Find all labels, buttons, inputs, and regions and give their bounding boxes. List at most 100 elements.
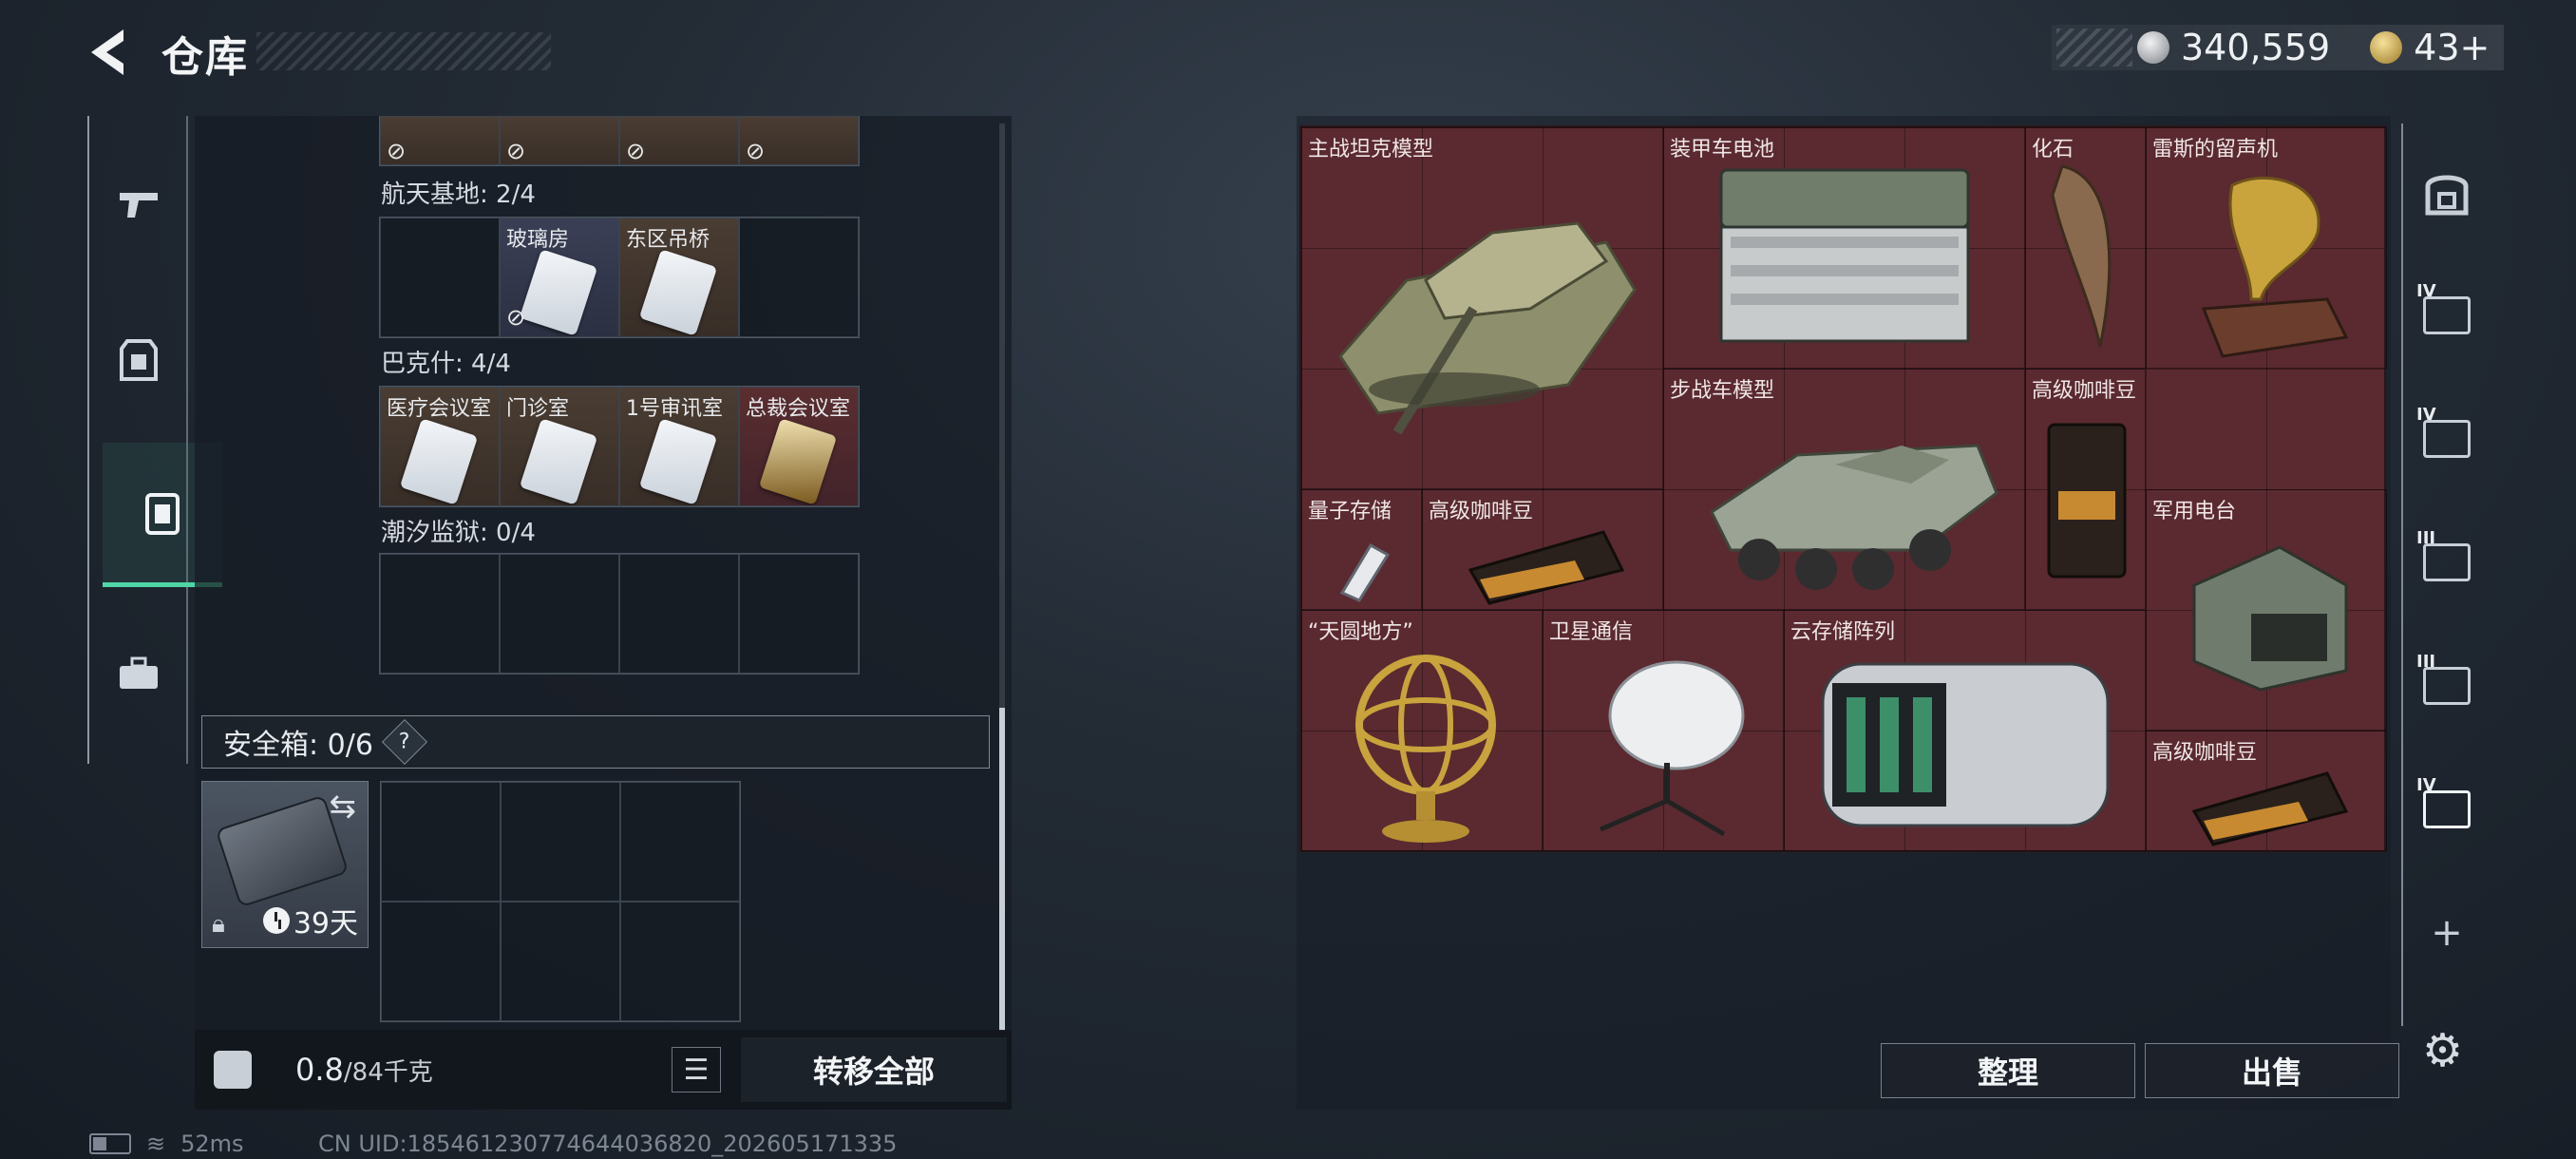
item-tank-model[interactable]: 主战坦克模型: [1301, 127, 1663, 489]
safebox-slot[interactable]: [501, 902, 620, 1021]
gold-amount[interactable]: 43+: [2414, 27, 2490, 68]
weight-max: /84千克: [343, 1058, 433, 1087]
tab-container-iv[interactable]: IV: [2416, 405, 2477, 469]
item-fossil[interactable]: 化石: [2025, 127, 2146, 369]
keycard-icon: [145, 492, 180, 535]
item-armored-battery[interactable]: 装甲车电池: [1663, 127, 2025, 369]
swap-icon[interactable]: ⇆: [330, 788, 357, 826]
item-quantum-storage[interactable]: 量子存储: [1301, 489, 1422, 610]
backpack-icon: [2425, 175, 2469, 216]
item-gramophone[interactable]: 雷斯的留声机: [2146, 127, 2387, 369]
case-icon: [2423, 790, 2471, 828]
list-view-button[interactable]: ☰: [672, 1047, 721, 1092]
tab-container-iii[interactable]: III: [2416, 652, 2477, 716]
transfer-all-button[interactable]: 转移全部: [741, 1037, 1007, 1102]
keycard-slot[interactable]: 总裁会议室: [739, 387, 859, 506]
usb-drive-icon: [1339, 542, 1391, 602]
safebox-case-slot[interactable]: ⇆ 🔒︎ 39天: [201, 781, 369, 948]
help-button[interactable]: ?: [381, 718, 427, 766]
keycard-slot[interactable]: 门诊室: [500, 387, 619, 506]
keycard-grid: [379, 553, 860, 674]
not-owned-icon: ⊘: [506, 304, 526, 331]
keycard-slot[interactable]: 医疗会议室: [380, 387, 500, 506]
gramophone-icon: [2201, 176, 2349, 358]
satellite-dish-icon: [1600, 660, 1745, 837]
safebox-slot[interactable]: [501, 782, 620, 902]
stash-bottom-bar: 0.8/84千克 ☰ 转移全部: [195, 1030, 1012, 1110]
safebox-slot[interactable]: [620, 782, 740, 902]
keycard-slot[interactable]: ⊘: [619, 116, 739, 165]
item-coffee-beans[interactable]: 高级咖啡豆: [2025, 369, 2146, 610]
tab-container-iv[interactable]: IV: [2416, 281, 2477, 346]
fossil-icon: [2051, 164, 2112, 348]
back-button[interactable]: [84, 24, 141, 81]
keycard-slot[interactable]: ⊘: [500, 116, 619, 165]
currency-decoration: [2056, 28, 2132, 66]
settings-icon[interactable]: ⚙: [2422, 1024, 2463, 1077]
group-label: 巴克什: 4/4: [381, 350, 511, 378]
ping-value: 52ms: [180, 1130, 244, 1157]
lock-icon: 🔒︎: [212, 910, 225, 939]
item-name: 装甲车电池: [1670, 138, 1775, 162]
keycard-slot[interactable]: 1号审讯室: [619, 387, 739, 506]
keycard-slot[interactable]: 玻璃房 ⊘: [500, 218, 619, 337]
item-armillary[interactable]: “天圆地方”: [1301, 610, 1543, 851]
tab-backpack[interactable]: [2416, 162, 2477, 222]
battery-icon: [89, 1133, 131, 1154]
arrange-button[interactable]: 整理: [1881, 1043, 2135, 1098]
keycard-slot-empty[interactable]: [739, 218, 859, 337]
item-cloud-storage[interactable]: 云存储阵列: [1784, 610, 2146, 851]
item-satellite-comm[interactable]: 卫星通信: [1543, 610, 1784, 851]
gun-case-icon: [2423, 667, 2471, 705]
nav-items[interactable]: [101, 631, 177, 716]
not-owned-icon: ⊘: [746, 138, 766, 164]
toolbox-icon: [120, 656, 158, 689]
coffee-bag-icon: [2191, 771, 2349, 846]
safebox-slot[interactable]: [381, 782, 501, 902]
item-name: 云存储阵列: [1790, 620, 1896, 644]
keycard-slot[interactable]: ⊘: [739, 116, 859, 165]
keycard-slot-empty[interactable]: [500, 554, 619, 674]
gun-icon: [120, 193, 158, 218]
keycard-slot[interactable]: 东区吊桥: [619, 218, 739, 337]
keycard-label: 玻璃房: [506, 228, 570, 252]
keycard-slot-empty[interactable]: [739, 554, 859, 674]
nav-weapons[interactable]: [101, 162, 177, 247]
keycard-label: 东区吊桥: [626, 228, 710, 252]
stash-scroll-thumb[interactable]: [999, 708, 1005, 1031]
keycard-slot-empty[interactable]: [619, 554, 739, 674]
expiry-days: 39天: [293, 907, 358, 940]
keycard-label: 门诊室: [506, 397, 570, 421]
tab-container-iv[interactable]: IV: [2416, 775, 2477, 840]
status-bar: ≋ 52ms: [89, 1130, 244, 1157]
tab-container-iii[interactable]: III: [2416, 528, 2477, 593]
armor-icon: [120, 339, 158, 381]
keycard-slot-empty[interactable]: [380, 554, 500, 674]
container-tabs: IV IV III III IV +: [2401, 124, 2487, 1026]
nav-gear[interactable]: [101, 317, 177, 403]
safebox-header: 安全箱: 0/6 ?: [201, 715, 990, 769]
keycard-image: [519, 418, 598, 505]
case-icon: [2423, 420, 2471, 458]
keycard-slot-empty[interactable]: [380, 218, 500, 337]
container-actions: 整理 出售: [1881, 1043, 2399, 1098]
sell-button[interactable]: 出售: [2145, 1043, 2399, 1098]
item-ifv-model[interactable]: 步战车模型: [1663, 369, 2025, 610]
keycard-image: [638, 249, 718, 336]
item-name: 化石: [2032, 138, 2074, 162]
item-military-radio[interactable]: 军用电台: [2146, 489, 2387, 731]
keycard-image: [638, 418, 718, 505]
armillary-icon: [1355, 655, 1496, 843]
radio-icon: [2192, 545, 2348, 692]
coffee-bag-icon: [1468, 530, 1625, 605]
keycard-slot[interactable]: ⊘: [380, 116, 500, 165]
item-coffee-beans[interactable]: 高级咖啡豆: [1422, 489, 1663, 610]
add-tab-button[interactable]: +: [2416, 902, 2477, 963]
safebox-slot[interactable]: [620, 902, 740, 1021]
warning-box-icon: [2423, 543, 2471, 581]
item-name: 高级咖啡豆: [2032, 379, 2137, 403]
keycard-grid: 医疗会议室 门诊室 1号审讯室 总裁会议室: [379, 386, 860, 507]
item-coffee-beans[interactable]: 高级咖啡豆: [2146, 731, 2387, 851]
safebox-slot[interactable]: [381, 902, 501, 1021]
item-name: 雷斯的留声机: [2152, 138, 2279, 162]
